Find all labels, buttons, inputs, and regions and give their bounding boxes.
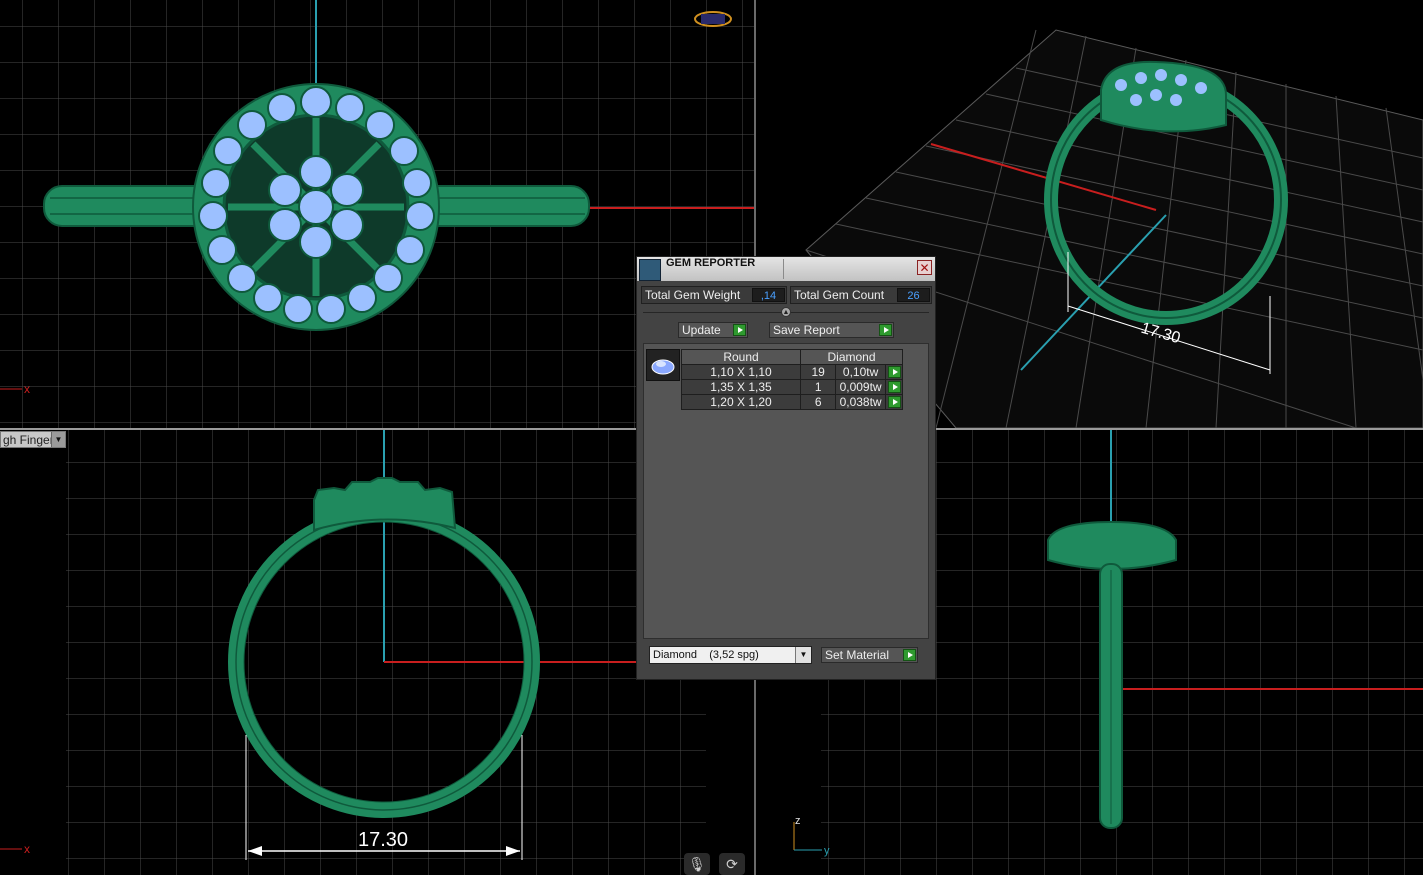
update-label: Update <box>682 323 721 337</box>
total-gem-weight-value: ,14 <box>752 288 785 302</box>
gem-size: 1,35 X 1,35 <box>681 379 801 395</box>
gem-shape-icon[interactable] <box>646 349 680 381</box>
table-row[interactable]: 1,20 X 1,20 6 0,038tw <box>681 394 904 410</box>
chevron-down-icon[interactable]: ▼ <box>51 432 65 447</box>
dimension-label-front: 17.30 <box>358 829 408 851</box>
finger-size-label: gh Finger <box>3 433 54 447</box>
play-icon <box>888 366 901 378</box>
collapse-icon[interactable]: ▲ <box>781 307 791 317</box>
row-play-button[interactable] <box>884 364 904 380</box>
material-value: Diamond (3,52 spg) <box>653 649 759 661</box>
microphone-icon[interactable]: 🎙 <box>684 853 710 875</box>
gem-weight: 0,009tw <box>835 379 886 395</box>
chevron-down-icon[interactable]: ▼ <box>795 647 811 663</box>
total-gem-count-value: 26 <box>897 288 930 302</box>
dialog-title: GEM REPORTER <box>666 257 756 269</box>
axis-x-label-front: x <box>24 842 30 856</box>
axis-x-label: x <box>24 382 30 396</box>
save-report-button[interactable]: Save Report <box>769 322 894 338</box>
gem-count: 1 <box>799 379 837 395</box>
total-gem-count-box: Total Gem Count 26 <box>790 286 932 304</box>
play-icon <box>733 324 746 336</box>
set-material-label: Set Material <box>825 648 890 662</box>
dialog-title-bar[interactable]: GEM REPORTER ✕ <box>637 257 935 281</box>
material-select[interactable]: Diamond (3,52 spg) ▼ <box>649 646 812 664</box>
table-row[interactable]: 1,10 X 1,10 19 0,10tw <box>681 364 904 380</box>
column-header-material: Diamond <box>800 349 903 365</box>
gem-reporter-icon <box>639 259 661 281</box>
play-icon <box>888 381 901 393</box>
gem-size: 1,20 X 1,20 <box>681 394 801 410</box>
gem-count: 19 <box>799 364 837 380</box>
finger-size-select[interactable]: gh Finger ▼ <box>0 431 66 448</box>
close-icon[interactable]: ✕ <box>917 260 932 275</box>
table-header-row: Round Diamond <box>681 349 903 365</box>
total-gem-weight-box: Total Gem Weight ,14 <box>641 286 787 304</box>
axis-y-label: y <box>824 845 830 857</box>
axis-z-label: z <box>795 815 801 827</box>
save-report-label: Save Report <box>773 323 840 337</box>
title-separator <box>783 259 784 279</box>
row-play-button[interactable] <box>884 379 904 395</box>
play-icon <box>879 324 892 336</box>
column-header-shape: Round <box>681 349 801 365</box>
gem-reporter-dialog: GEM REPORTER ✕ Total Gem Weight ,14 Tota… <box>636 256 936 680</box>
play-icon <box>888 396 901 408</box>
set-material-button[interactable]: Set Material <box>821 647 918 663</box>
gem-table: Round Diamond 1,10 X 1,10 19 0,10tw 1,35… <box>681 349 904 410</box>
gem-weight: 0,10tw <box>835 364 886 380</box>
total-gem-count-label: Total Gem Count <box>794 288 885 302</box>
total-gem-weight-label: Total Gem Weight <box>645 288 741 302</box>
gem-weight: 0,038tw <box>835 394 886 410</box>
gem-count: 6 <box>799 394 837 410</box>
update-button[interactable]: Update <box>678 322 748 338</box>
play-icon <box>903 649 916 661</box>
row-play-button[interactable] <box>884 394 904 410</box>
gem-size: 1,10 X 1,10 <box>681 364 801 380</box>
orbit-icon[interactable]: ⟳ <box>719 853 745 875</box>
table-row[interactable]: 1,35 X 1,35 1 0,009tw <box>681 379 904 395</box>
